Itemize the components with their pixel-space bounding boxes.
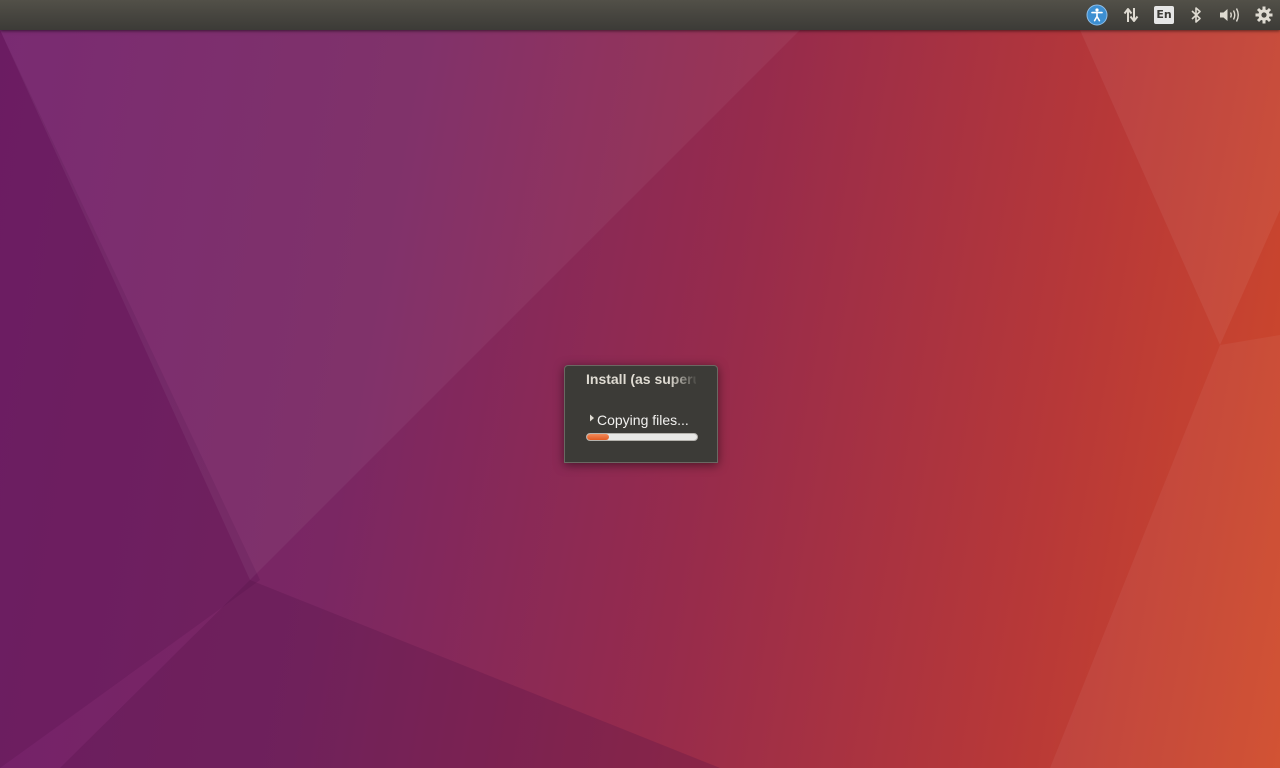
desktop-wallpaper: En Install (as Copying files... [0, 0, 1280, 768]
install-dialog: Install (as superuser) Copying files... [564, 365, 718, 463]
accessibility-icon [1086, 4, 1108, 26]
accessibility-indicator[interactable] [1085, 3, 1109, 27]
network-icon [1123, 8, 1139, 22]
progress-bar [586, 433, 698, 441]
sound-icon [1220, 8, 1239, 22]
session-gear-icon [1255, 6, 1273, 24]
bluetooth-indicator[interactable] [1184, 3, 1208, 27]
progress-fill [587, 434, 609, 440]
title-fade [669, 370, 699, 388]
top-panel: En [0, 0, 1280, 30]
status-text: Copying files... [597, 412, 689, 428]
keyboard-layout-indicator[interactable]: En [1152, 3, 1176, 27]
bluetooth-icon [1191, 7, 1201, 23]
details-expander-icon[interactable] [588, 414, 596, 422]
sound-indicator[interactable] [1218, 3, 1242, 27]
network-indicator[interactable] [1119, 3, 1143, 27]
keyboard-layout-icon: En [1154, 6, 1174, 24]
session-indicator[interactable] [1252, 3, 1276, 27]
